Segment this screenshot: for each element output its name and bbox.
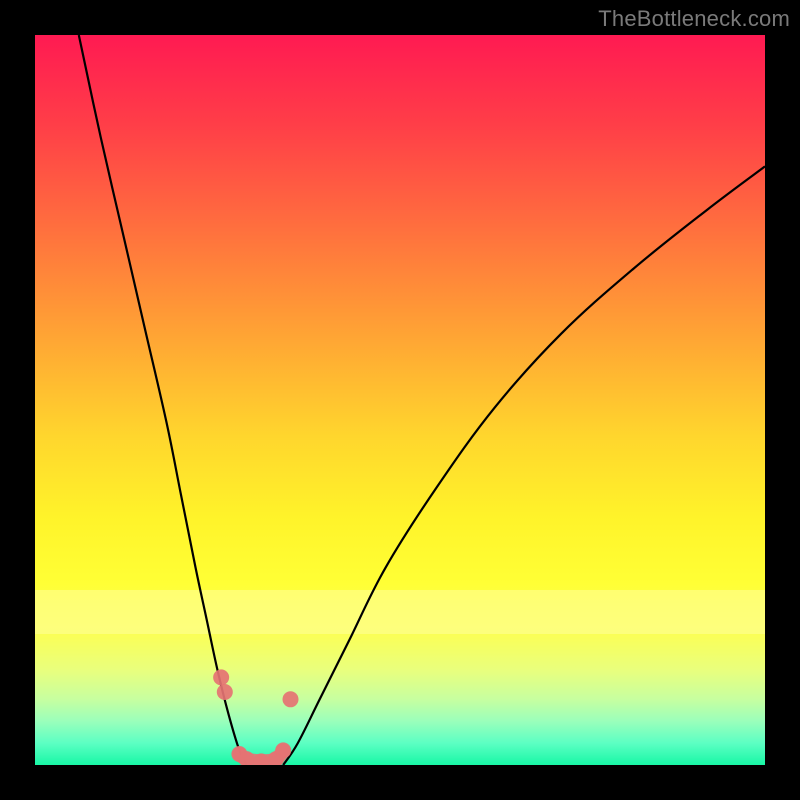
valley-marker-dot <box>275 742 291 758</box>
plot-area <box>35 35 765 765</box>
valley-marker-dots <box>213 669 298 765</box>
valley-marker-dot <box>217 684 233 700</box>
watermark-text: TheBottleneck.com <box>598 6 790 32</box>
left-curve <box>79 35 247 765</box>
chart-frame: TheBottleneck.com <box>0 0 800 800</box>
curves-svg <box>35 35 765 765</box>
right-curve <box>283 166 765 765</box>
valley-marker-dot <box>283 691 299 707</box>
valley-marker-dot <box>213 669 229 685</box>
